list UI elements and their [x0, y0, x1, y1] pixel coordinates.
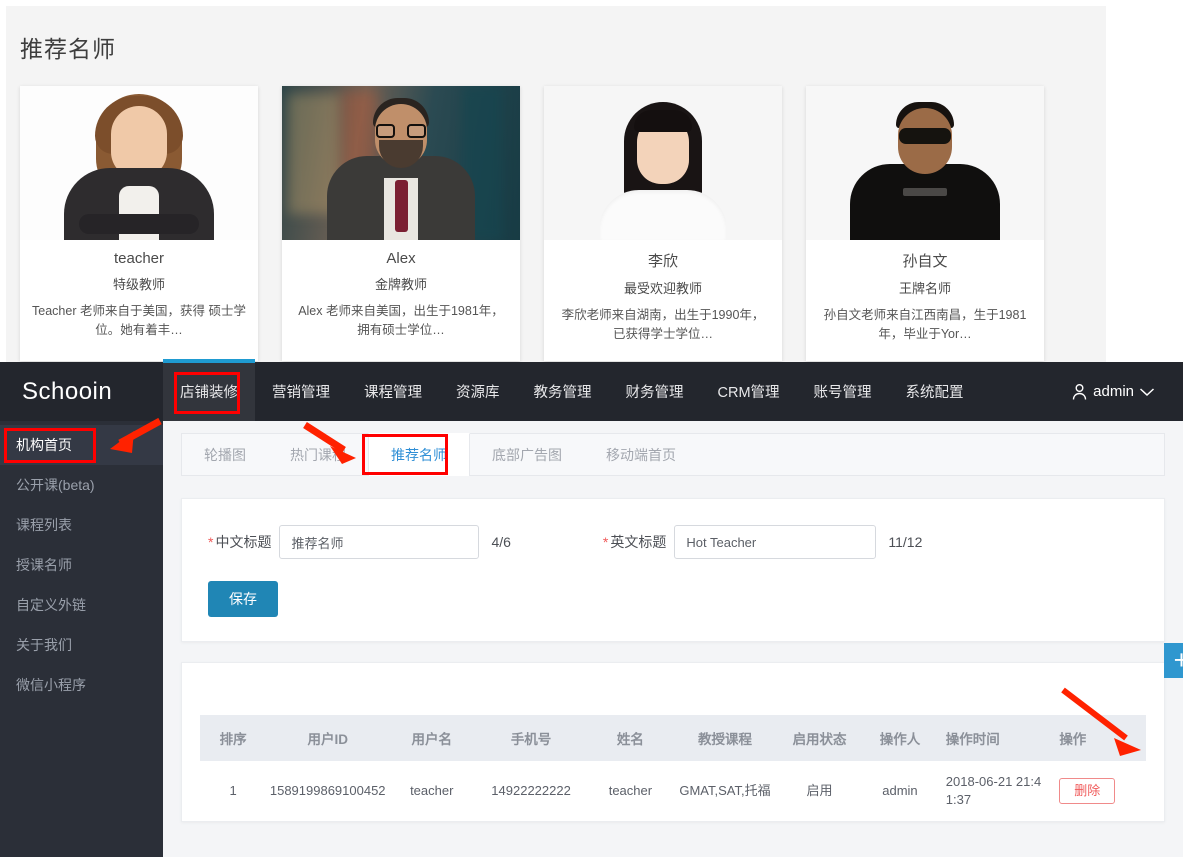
main-content: 轮播图 热门课程 推荐名师 底部广告图 移动端首页 * 中文标题 推荐名师 4/6: [163, 421, 1183, 857]
cell-phone: 14922222222: [491, 782, 571, 798]
sidebar-item-custom-link[interactable]: 自定义外链: [0, 585, 163, 625]
en-title-group: * 英文标题 Hot Teacher 11/12: [603, 525, 922, 559]
col-courses: 教授课程: [672, 715, 777, 761]
title-form-card: * 中文标题 推荐名师 4/6 * 英文标题 Hot Teacher 11/12 保…: [181, 498, 1165, 642]
col-username: 用户名: [389, 715, 475, 761]
teacher-photo: [282, 86, 520, 240]
zh-title-input[interactable]: 推荐名师: [279, 525, 480, 559]
cell-status: 启用: [806, 782, 833, 798]
user-name: admin: [1093, 383, 1134, 400]
top-nav-items: 店铺装修 营销管理 课程管理 资源库 教务管理 财务管理 CRM管理 账号管理 …: [163, 359, 981, 421]
title-form-row: * 中文标题 推荐名师 4/6 * 英文标题 Hot Teacher 11/12: [208, 525, 1138, 559]
teacher-rank: 金牌教师: [374, 277, 427, 292]
tab-recommended-teachers[interactable]: 推荐名师: [368, 433, 470, 476]
en-title-label: * 英文标题: [603, 532, 666, 552]
person-icon: [1071, 383, 1088, 401]
cell-order: 1: [229, 782, 237, 798]
content-tabbar: 轮播图 热门课程 推荐名师 底部广告图 移动端首页: [181, 433, 1165, 476]
tab-hot-courses[interactable]: 热门课程: [268, 434, 368, 475]
cell-username: teacher: [410, 782, 454, 798]
teacher-card[interactable]: 孙自文 王牌名师 孙自文老师来自江西南昌，生于1981年，毕业于Yor…: [806, 86, 1044, 361]
site-preview-pane: 推荐名师 teacher 特级教师 Teacher 老师来自于美国，获得 硕士学…: [0, 0, 1106, 362]
teacher-desc: 李欣老师来自湖南，出生于1990年，已获得学士学位…: [561, 308, 765, 342]
nav-item-crm[interactable]: CRM管理: [701, 362, 797, 421]
tab-bottom-ad[interactable]: 底部广告图: [470, 434, 584, 475]
teacher-rank: 王牌名师: [898, 281, 951, 296]
add-teacher-button[interactable]: +: [1164, 643, 1183, 678]
col-operator: 操作人: [862, 715, 938, 761]
table-header-row: 排序 用户ID 用户名 手机号 姓名 教授课程 启用状态 操作人 操作时间 操作: [200, 715, 1146, 761]
required-asterisk: *: [208, 534, 214, 550]
col-op-time: 操作时间: [937, 715, 1052, 761]
teacher-card[interactable]: teacher 特级教师 Teacher 老师来自于美国，获得 硕士学位。她有着…: [20, 86, 258, 361]
sidebar-item-wechat-miniprogram[interactable]: 微信小程序: [0, 665, 163, 705]
screen: 推荐名师 teacher 特级教师 Teacher 老师来自于美国，获得 硕士学…: [0, 0, 1183, 857]
col-phone: 手机号: [474, 715, 588, 761]
teacher-table: 排序 用户ID 用户名 手机号 姓名 教授课程 启用状态 操作人 操作时间 操作: [200, 715, 1146, 820]
teacher-table-card: + 排序 用户ID 用户名 手机号 姓名 教授课程 启用状态 操作人 操作时间 …: [181, 643, 1183, 822]
nav-item-resources[interactable]: 资源库: [439, 362, 517, 421]
col-actions: 操作: [1051, 715, 1146, 761]
teacher-name: 李欣: [647, 253, 678, 270]
sidebar-item-home[interactable]: 机构首页: [0, 425, 163, 465]
chevron-down-icon: [1139, 387, 1155, 397]
en-title-input[interactable]: Hot Teacher: [674, 525, 877, 559]
save-button[interactable]: 保存: [208, 581, 278, 617]
tab-mobile-home[interactable]: 移动端首页: [584, 434, 698, 475]
sidebar-item-course-list[interactable]: 课程列表: [0, 505, 163, 545]
app-body: 机构首页 公开课(beta) 课程列表 授课名师 自定义外链 关于我们 微信小程…: [0, 421, 1183, 857]
preview-section-title: 推荐名师: [20, 36, 116, 62]
teacher-photo: [20, 86, 258, 240]
user-menu[interactable]: admin: [1071, 383, 1183, 401]
nav-item-store-decoration[interactable]: 店铺装修: [163, 359, 255, 421]
zh-title-group: * 中文标题 推荐名师 4/6: [208, 525, 511, 559]
teacher-name: 孙自文: [902, 253, 948, 270]
top-navigation-bar: Schooin 店铺装修 营销管理 课程管理 资源库 教务管理 财务管理 CRM…: [0, 359, 1183, 421]
cell-operator: admin: [882, 782, 918, 798]
delete-button[interactable]: 删除: [1059, 777, 1116, 804]
col-realname: 姓名: [587, 715, 673, 761]
nav-item-marketing[interactable]: 营销管理: [255, 362, 347, 421]
en-title-counter: 11/12: [888, 534, 923, 550]
teacher-rank: 最受欢迎教师: [623, 281, 702, 296]
teacher-rank: 特级教师: [112, 277, 165, 292]
col-status: 启用状态: [777, 715, 863, 761]
col-user-id: 用户ID: [266, 715, 390, 761]
nav-item-academic[interactable]: 教务管理: [517, 362, 609, 421]
required-asterisk: *: [602, 534, 609, 550]
nav-item-system-config[interactable]: 系统配置: [889, 362, 981, 421]
left-sidebar: 机构首页 公开课(beta) 课程列表 授课名师 自定义外链 关于我们 微信小程…: [0, 421, 163, 857]
teacher-photo: [806, 86, 1044, 240]
teacher-card-list: teacher 特级教师 Teacher 老师来自于美国，获得 硕士学位。她有着…: [6, 64, 1106, 361]
cell-op-time: 2018-06-21 21:41:37: [945, 774, 1042, 807]
nav-item-account[interactable]: 账号管理: [797, 362, 889, 421]
nav-item-courses[interactable]: 课程管理: [347, 362, 439, 421]
teacher-desc: Alex 老师来自美国，出生于1981年，拥有硕士学位…: [298, 304, 504, 338]
col-order: 排序: [200, 715, 267, 761]
en-title-label-text: 英文标题: [610, 534, 667, 550]
teacher-name: Alex: [386, 250, 416, 267]
cell-actions: 删除: [1051, 761, 1146, 820]
teacher-name: teacher: [113, 250, 165, 267]
sidebar-item-about-us[interactable]: 关于我们: [0, 625, 163, 665]
teacher-desc: 孙自文老师来自江西南昌，生于1981年，毕业于Yor…: [823, 308, 1027, 342]
brand-logo[interactable]: Schooin: [0, 378, 163, 406]
table-row[interactable]: 1 1589199869100452 teacher 14922222222 t…: [200, 761, 1146, 820]
teacher-photo: [544, 86, 782, 240]
cell-courses: GMAT,SAT,托福: [679, 782, 771, 798]
zh-title-label-text: 中文标题: [215, 534, 272, 550]
tab-carousel[interactable]: 轮播图: [182, 434, 268, 475]
nav-item-finance[interactable]: 财务管理: [609, 362, 701, 421]
zh-title-counter: 4/6: [491, 534, 511, 550]
zh-title-label: * 中文标题: [208, 532, 271, 552]
teacher-desc: Teacher 老师来自于美国，获得 硕士学位。她有着丰…: [32, 304, 246, 338]
teacher-card[interactable]: 李欣 最受欢迎教师 李欣老师来自湖南，出生于1990年，已获得学士学位…: [544, 86, 782, 361]
cell-user-id: 1589199869100452: [269, 782, 386, 798]
teacher-card[interactable]: Alex 金牌教师 Alex 老师来自美国，出生于1981年，拥有硕士学位…: [282, 86, 520, 361]
sidebar-item-teachers[interactable]: 授课名师: [0, 545, 163, 585]
sidebar-item-open-class[interactable]: 公开课(beta): [0, 465, 163, 505]
cell-realname: teacher: [608, 782, 653, 798]
admin-app: Schooin 店铺装修 营销管理 课程管理 资源库 教务管理 财务管理 CRM…: [0, 359, 1183, 857]
